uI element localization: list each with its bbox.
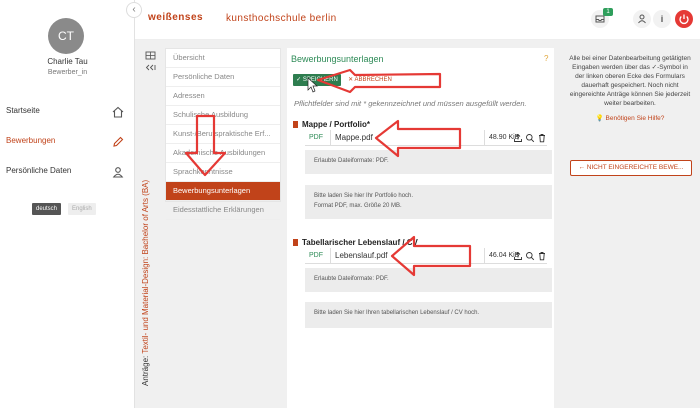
help-link-label: Benötigen Sie Hilfe? <box>605 115 665 122</box>
nav-startseite[interactable]: Startseite <box>0 98 135 126</box>
nav-bewerbungen[interactable]: Bewerbungen <box>0 128 135 156</box>
file-row-cv: PDF Lebenslauf.pdf 46.04 KiB <box>305 248 547 264</box>
upload-hint-line2: Format PDF, max. Größe 20 MB. <box>314 203 402 209</box>
upload-hint-box: Bitte laden Sie hier Ihr Portfolio hoch.… <box>305 185 552 219</box>
upload-icon[interactable] <box>513 251 523 261</box>
step-schulische-ausbildung[interactable]: Schulische Ausbildung <box>166 106 280 125</box>
file-type: PDF <box>309 134 323 141</box>
help-icon[interactable]: ? <box>544 54 548 63</box>
page-title: Bewerbungsunterlagen <box>291 54 384 64</box>
lang-english-button[interactable]: English <box>68 203 96 215</box>
user-name: Charlie Tau <box>47 57 88 66</box>
allowed-formats-text: Erlaubte Dateiformate: PDF. <box>314 158 389 164</box>
logout-button[interactable] <box>675 10 693 28</box>
power-icon <box>679 14 689 25</box>
grid-icon <box>145 51 156 60</box>
home-icon <box>112 106 124 118</box>
step-akademische-ausbildungen[interactable]: Akademische Ausbildungen <box>166 144 280 163</box>
section-title-cv-text: Tabellarischer Lebenslauf / CV <box>302 238 418 247</box>
bookmark-icon <box>293 121 298 128</box>
cancel-button[interactable]: ✕ ABBRECHEN <box>345 74 395 86</box>
allowed-formats-text: Erlaubte Dateiformate: PDF. <box>314 276 389 282</box>
pencil-icon <box>113 136 124 147</box>
application-title: Anträge: Textil- und Material-Design: Ba… <box>141 180 150 386</box>
user-icon <box>112 167 124 178</box>
step-bewerbungsunterlagen[interactable]: Bewerbungsunterlagen <box>166 182 280 201</box>
section-title-portfolio: Mappe / Portfolio* <box>293 120 370 129</box>
step-adressen[interactable]: Adressen <box>166 87 280 106</box>
rail-icons <box>145 51 156 71</box>
file-name[interactable]: Lebenslauf.pdf <box>330 248 485 264</box>
bookmark-icon <box>293 239 298 246</box>
upload-hint-box: Bitte laden Sie hier Ihren tabellarische… <box>305 302 552 328</box>
allowed-formats-box: Erlaubte Dateiformate: PDF. <box>305 150 552 174</box>
nav-persoenliche-daten[interactable]: Persönliche Daten <box>0 158 135 186</box>
profile-button[interactable] <box>633 10 651 28</box>
info-button[interactable]: i <box>653 10 671 28</box>
lang-deutsch-button[interactable]: deutsch <box>32 203 62 215</box>
upload-hint-line1: Bitte laden Sie hier Ihr Portfolio hoch. <box>314 193 414 199</box>
upload-icon[interactable] <box>513 133 523 143</box>
lightbulb-icon: 💡 <box>595 115 604 122</box>
nav-bewerbungen-label: Bewerbungen <box>6 136 56 145</box>
not-submitted-applications-button[interactable]: ← NICHT EINGEREICHTE BEWE... <box>570 160 692 176</box>
step-uebersicht[interactable]: Übersicht <box>166 49 280 68</box>
right-panel: Alle bei einer Datenbearbeitung getätigt… <box>562 48 698 176</box>
content-panel: Bewerbungsunterlagen ? ✓ SPEICHERN ✕ ABB… <box>287 48 554 408</box>
step-eidesstattliche-erklaerungen[interactable]: Eidesstattliche Erklärungen <box>166 201 280 220</box>
inbox-badge: 1 <box>603 8 613 16</box>
section-title-portfolio-text: Mappe / Portfolio* <box>302 120 370 129</box>
user-icon <box>638 14 646 24</box>
application-name: Textil- und Material-Design: Bachelor of… <box>141 179 150 354</box>
help-link[interactable]: 💡 Benötigen Sie Hilfe? <box>562 114 698 122</box>
trash-icon[interactable] <box>537 251 547 261</box>
step-persoenliche-daten[interactable]: Persönliche Daten <box>166 68 280 87</box>
collapse-left-icon <box>145 64 156 71</box>
logo: weißenses <box>148 12 204 23</box>
header: weißenses kunsthochschule berlin 1 i <box>135 0 700 40</box>
search-icon[interactable] <box>525 133 535 143</box>
sidebar-collapse-button[interactable]: ‹ <box>126 2 142 18</box>
trash-icon[interactable] <box>537 133 547 143</box>
nav-startseite-label: Startseite <box>6 106 40 115</box>
step-list: Übersicht Persönliche Daten Adressen Sch… <box>165 48 281 220</box>
upload-hint-line1: Bitte laden Sie hier Ihren tabellarische… <box>314 310 480 316</box>
allowed-formats-box: Erlaubte Dateiformate: PDF. <box>305 268 552 292</box>
application-prefix: Anträge: <box>141 355 150 386</box>
sidebar: CT Charlie Tau Bewerber_in Startseite Be… <box>0 0 135 408</box>
save-info-text: Alle bei einer Datenbearbeitung getätigt… <box>569 55 691 107</box>
file-name[interactable]: Mappe.pdf <box>330 130 485 146</box>
required-note: Pflichtfelder sind mit * gekennzeichnet … <box>294 99 527 108</box>
file-type: PDF <box>309 252 323 259</box>
search-icon[interactable] <box>525 251 535 261</box>
school-name: kunsthochschule berlin <box>226 13 337 24</box>
step-kunst-berufspraktische[interactable]: Kunst-/Berufspraktische Erf... <box>166 125 280 144</box>
user-role: Bewerber_in <box>47 69 88 76</box>
step-sprachkenntnisse[interactable]: Sprachkenntnisse <box>166 163 280 182</box>
nav-persoenliche-daten-label: Persönliche Daten <box>6 166 72 175</box>
section-title-cv: Tabellarischer Lebenslauf / CV <box>293 238 418 247</box>
file-row-portfolio: PDF Mappe.pdf 48.90 KiB <box>305 130 547 146</box>
save-button[interactable]: ✓ SPEICHERN <box>293 74 341 86</box>
avatar: CT <box>48 18 84 54</box>
